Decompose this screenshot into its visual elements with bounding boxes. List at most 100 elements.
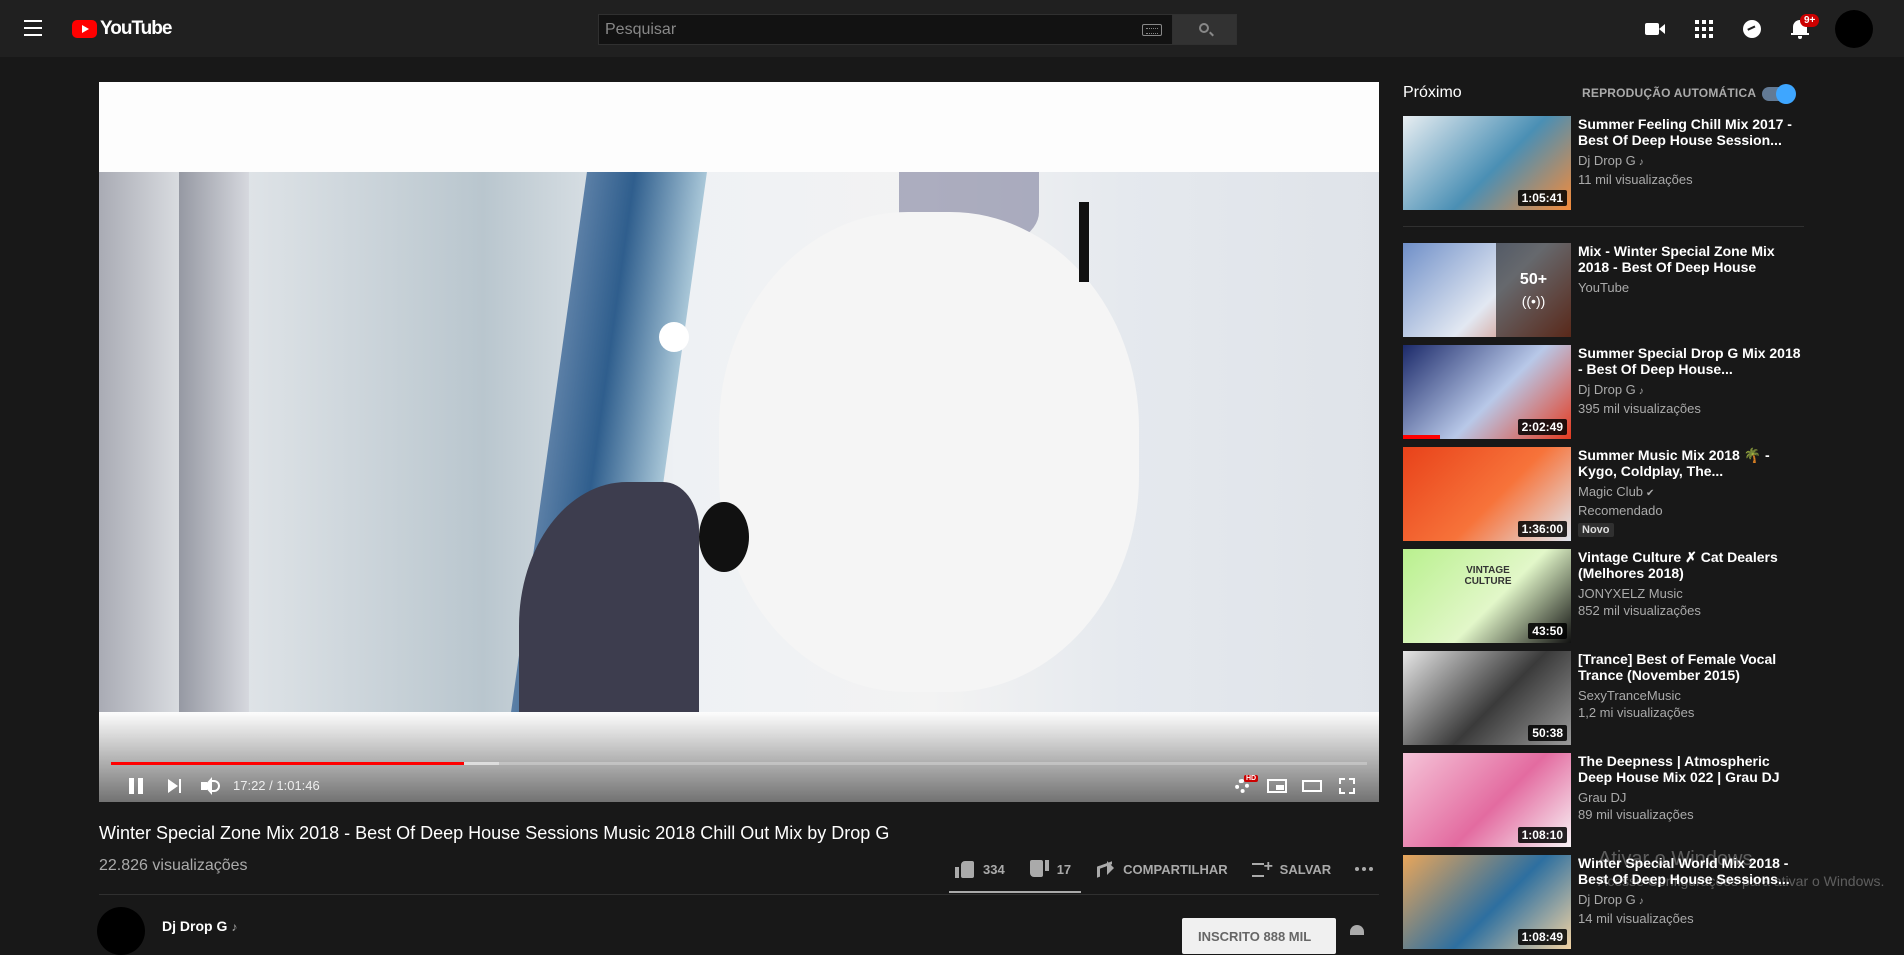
up-next-heading: Próximo [1403,84,1462,101]
recommended-video[interactable]: 1:05:41 Summer Feeling Chill Mix 2017 - B… [1403,116,1803,210]
share-icon [1095,860,1115,878]
more-actions-icon[interactable] [1355,867,1375,871]
keyboard-icon[interactable] [1142,24,1162,36]
save-label: SALVAR [1279,861,1332,877]
video-meta: Summer Special Drop G Mix 2018 - Best Of… [1578,345,1803,418]
youtube-logo[interactable]: YouTube [72,18,172,40]
channel-name[interactable]: JONYXELZ Music [1578,586,1683,601]
autoplay-toggle[interactable] [1762,84,1796,104]
settings-gear-icon[interactable]: HD [1232,774,1259,798]
video-title-link[interactable]: Summer Special Drop G Mix 2018 - Best Of… [1578,345,1803,377]
recommended-video[interactable]: 50+ ((•)) Mix - Winter Special Zone Mix 20… [1403,243,1803,337]
notification-count-badge: 9+ [1800,14,1820,27]
video-title-link[interactable]: Summer Feeling Chill Mix 2017 - Best Of … [1578,116,1803,148]
recommended-video[interactable]: 1:08:10 The Deepness | Atmospheric Deep H… [1403,753,1803,847]
share-label: COMPARTILHAR [1123,861,1228,877]
video-thumbnail[interactable]: 1:08:10 [1403,753,1571,847]
recommended-video[interactable]: VINTAGE CULTURE 43:50 Vintage Culture ✗ Ca… [1403,549,1803,643]
channel-line: Dj Drop G ♪ [1578,153,1803,171]
channel-avatar[interactable] [97,907,145,955]
windows-activation-title: Ativar o Windows [1598,848,1753,870]
share-button[interactable]: COMPARTILHAR [1095,860,1228,878]
video-thumbnail[interactable]: 2:02:49 [1403,345,1571,439]
video-title-link[interactable]: Mix - Winter Special Zone Mix 2018 - Bes… [1578,243,1803,275]
account-avatar[interactable] [1835,10,1873,48]
duration-badge: 1:08:49 [1517,929,1567,945]
pause-button[interactable] [127,774,145,798]
channel-name[interactable]: Dj Drop G [1578,382,1636,397]
top-bar: YouTube 9+ [0,0,1904,57]
next-button[interactable] [166,774,184,798]
channel-line: Dj Drop G ♪ [1578,892,1803,910]
toggle-knob [1776,84,1796,104]
video-thumbnail[interactable]: 1:05:41 [1403,116,1571,210]
view-stats: 852 mil visualizações [1578,603,1701,618]
view-count: 22.826 visualizações [99,857,248,874]
video-title-link[interactable]: Vintage Culture ✗ Cat Dealers (Melhores … [1578,549,1803,581]
channel-name[interactable]: Dj Drop G [1578,892,1636,907]
messages-icon[interactable] [1741,18,1763,40]
sentiment-bar [949,891,1081,893]
channel-line: Grau DJ [1578,790,1803,806]
create-video-icon[interactable] [1644,18,1666,40]
video-meta: Summer Feeling Chill Mix 2017 - Best Of … [1578,116,1803,189]
duration-badge: 1:05:41 [1517,190,1567,206]
video-meta: Summer Music Mix 2018 🌴 - Kygo, Coldplay… [1578,447,1803,538]
theater-mode-button[interactable] [1301,774,1323,798]
progress-played [111,762,464,765]
channel-line: JONYXELZ Music [1578,586,1803,602]
view-stats: 89 mil visualizações [1578,807,1694,822]
save-button[interactable]: SALVAR [1251,858,1332,878]
apps-grid-icon[interactable] [1693,18,1715,40]
duration-badge: 50:38 [1528,725,1567,741]
autoplay-label: REPRODUÇÃO AUTOMÁTICA [1582,86,1757,100]
video-thumbnail[interactable]: 50+ ((•)) [1403,243,1571,337]
channel-name[interactable]: Grau DJ [1578,790,1626,805]
recommended-video[interactable]: 1:36:00 Summer Music Mix 2018 🌴 - Kygo, C… [1403,447,1803,541]
duration-badge: 2:02:49 [1517,419,1567,435]
thumbs-up-icon [955,860,975,878]
video-player[interactable]: 17:22 / 1:01:46 HD [99,82,1379,802]
logo-text: YouTube [100,18,172,39]
youtube-play-icon [72,20,97,38]
menu-icon[interactable] [24,20,48,38]
channel-name[interactable]: YouTube [1578,280,1629,295]
dislike-count: 17 [1056,861,1072,877]
video-thumbnail[interactable]: VINTAGE CULTURE 43:50 [1403,549,1571,643]
video-title-link[interactable]: [Trance] Best of Female Vocal Trance (No… [1578,651,1803,683]
subscribe-button[interactable]: INSCRITO 888 MIL [1182,918,1336,954]
recommended-video[interactable]: 2:02:49 Summer Special Drop G Mix 2018 - … [1403,345,1803,439]
search-input[interactable] [599,15,1172,44]
dislike-button[interactable]: 17 [1029,860,1071,878]
channel-name[interactable]: Dj Drop G ♪ [162,918,237,934]
miniplayer-button[interactable] [1266,774,1288,798]
time-display: 17:22 / 1:01:46 [233,778,320,793]
fullscreen-button[interactable] [1337,774,1357,798]
thumbnail-overlay-text: VINTAGE CULTURE [1464,565,1512,587]
video-thumbnail[interactable]: 50:38 [1403,651,1571,745]
video-title: Winter Special Zone Mix 2018 - Best Of D… [99,823,890,843]
search-button[interactable] [1172,14,1237,45]
volume-button[interactable] [199,774,223,798]
channel-name[interactable]: Magic Club [1578,484,1643,499]
music-note-icon: ♪ [1638,896,1644,907]
channel-name[interactable]: Dj Drop G [1578,153,1636,168]
music-note-icon: ♪ [1638,157,1644,168]
view-stats: 11 mil visualizações [1578,172,1693,187]
music-note-icon: ♪ [1638,386,1644,397]
video-thumbnail[interactable]: 1:36:00 [1403,447,1571,541]
channel-line: Magic Club ✔ [1578,484,1803,502]
search-icon [1199,23,1209,33]
watched-progress [1403,435,1440,439]
video-title-link[interactable]: Summer Music Mix 2018 🌴 - Kygo, Coldplay… [1578,447,1803,479]
mix-overlay: 50+ ((•)) [1496,243,1571,337]
music-note-icon: ♪ [231,920,238,934]
progress-bar[interactable] [111,762,1367,765]
divider [99,894,1379,895]
recommended-video[interactable]: 50:38 [Trance] Best of Female Vocal Tranc… [1403,651,1803,745]
channel-bell-icon[interactable] [1350,925,1364,935]
like-button[interactable]: 334 [955,860,1005,878]
channel-name[interactable]: SexyTranceMusic [1578,688,1681,703]
mix-count: 50+ [1519,271,1548,288]
video-title-link[interactable]: The Deepness | Atmospheric Deep House Mi… [1578,753,1803,785]
